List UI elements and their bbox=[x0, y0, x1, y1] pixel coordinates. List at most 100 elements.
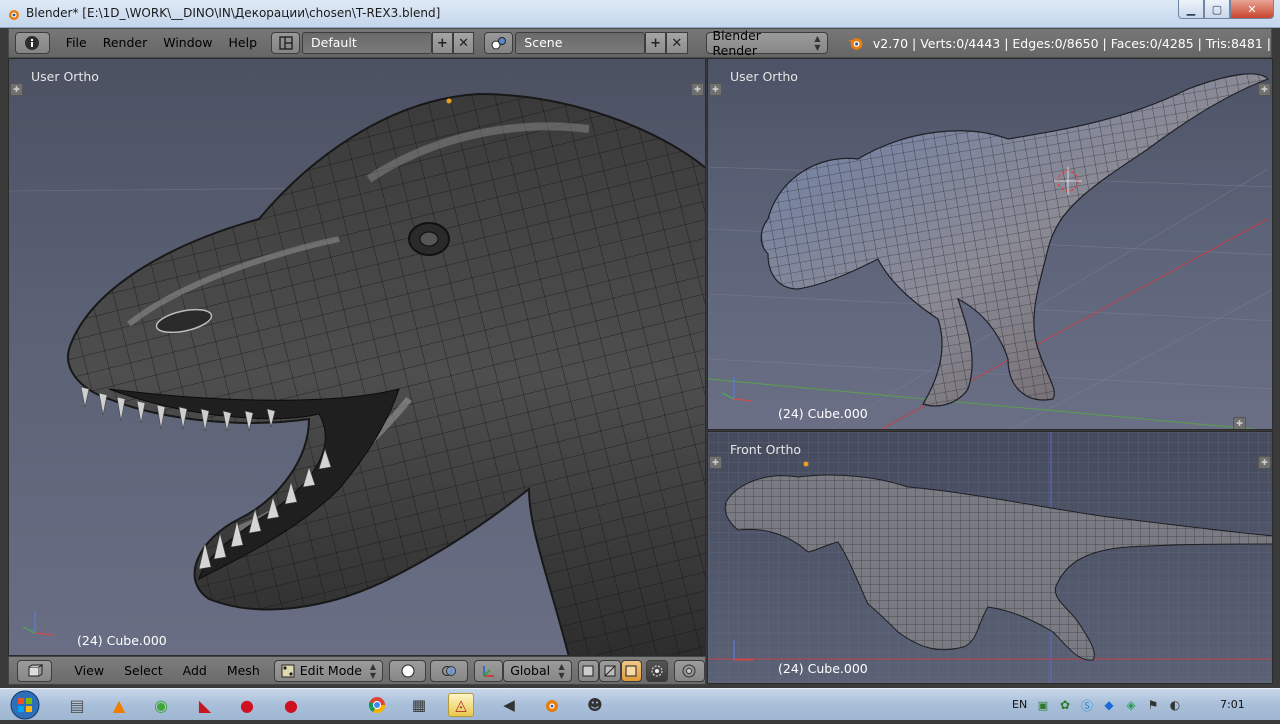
taskbar-explorer[interactable]: ▤ bbox=[64, 693, 90, 717]
pivot-icon bbox=[442, 665, 457, 676]
viewport-corner-handle[interactable]: ✚ bbox=[1258, 83, 1271, 96]
viewport-corner-handle[interactable]: ✚ bbox=[1233, 417, 1246, 429]
mode-label: Edit Mode bbox=[299, 663, 362, 678]
mode-dropdown[interactable]: Edit Mode ▲ ▼ bbox=[273, 659, 384, 682]
pivot-point-dropdown[interactable] bbox=[430, 659, 468, 682]
taskbar-torrent[interactable]: ◉ bbox=[148, 693, 174, 717]
layout-icon bbox=[278, 36, 293, 50]
viewport-corner-handle[interactable]: ✚ bbox=[691, 83, 704, 96]
trex-head-mesh bbox=[9, 92, 705, 655]
vertex-select-mode[interactable] bbox=[577, 659, 600, 682]
maximize-button[interactable]: ▢ bbox=[1204, 0, 1230, 19]
taskbar-acrobat[interactable]: ◣ bbox=[192, 693, 218, 717]
start-button[interactable] bbox=[6, 689, 44, 721]
minimize-icon: ▁ bbox=[1186, 2, 1196, 16]
viewport-corner-handle[interactable]: ✚ bbox=[709, 456, 722, 469]
menu-render[interactable]: Render bbox=[95, 32, 156, 54]
taskbar-opera-2[interactable]: ● bbox=[278, 693, 304, 717]
utorrent-icon: ◉ bbox=[154, 695, 168, 715]
viewport-shading-dropdown[interactable] bbox=[389, 659, 427, 682]
viewport-corner-handle[interactable]: ✚ bbox=[709, 83, 722, 96]
blender-logo-icon bbox=[9, 10, 19, 20]
scene-browse[interactable] bbox=[484, 32, 514, 54]
taskbar-opera[interactable]: ● bbox=[234, 693, 260, 717]
proportional-editing-dropdown[interactable] bbox=[673, 659, 706, 682]
transform-orientation-dropdown[interactable]: Global ▲ ▼ bbox=[503, 659, 572, 682]
render-engine-label: Blender Render bbox=[712, 28, 761, 58]
perspective-3d-viewport[interactable]: User Ortho (24) Cube.000 ✚ ✚ ✚ bbox=[707, 58, 1273, 430]
taskbar-app-cat[interactable]: ☻ bbox=[582, 693, 608, 717]
manipulator-toggle[interactable] bbox=[473, 659, 504, 682]
delete-screen-button[interactable]: ✕ bbox=[452, 32, 475, 54]
maximize-icon: ▢ bbox=[1211, 2, 1223, 16]
network-tray-icon: ▣ bbox=[1037, 698, 1049, 712]
info-icon bbox=[25, 36, 40, 50]
tray-icon[interactable]: ◐ bbox=[1166, 693, 1184, 717]
tray-icon[interactable]: ◈ bbox=[1122, 693, 1140, 717]
blender-logo-icon bbox=[546, 700, 558, 712]
taskbar-active-app[interactable]: ◬ bbox=[448, 693, 474, 717]
menu-add[interactable]: Add bbox=[173, 663, 217, 678]
screen-layout-field[interactable]: Default bbox=[302, 32, 432, 54]
viewport-corner-handle[interactable]: ✚ bbox=[1258, 456, 1271, 469]
editor-type-button[interactable] bbox=[17, 659, 53, 682]
taskbar-vlc[interactable]: ▲ bbox=[106, 693, 132, 717]
proportional-edit-icon bbox=[682, 664, 696, 677]
tray-icon[interactable]: ◆ bbox=[1100, 693, 1118, 717]
taskbar-chrome[interactable] bbox=[364, 693, 390, 717]
editor-type-button[interactable] bbox=[15, 32, 50, 54]
menu-mesh[interactable]: Mesh bbox=[217, 663, 270, 678]
screen-layout-browse[interactable] bbox=[271, 32, 301, 54]
close-icon: ✕ bbox=[1247, 2, 1257, 16]
viewport-view-label: User Ortho bbox=[31, 69, 99, 84]
trex-full-mesh bbox=[708, 73, 1272, 429]
orientation-label: Global bbox=[510, 663, 551, 678]
limit-selection-toggle[interactable] bbox=[646, 659, 668, 682]
menu-select[interactable]: Select bbox=[114, 663, 173, 678]
chrome-icon bbox=[368, 697, 386, 714]
face-select-mode[interactable] bbox=[620, 659, 643, 682]
taskbar-media[interactable]: ▦ bbox=[406, 693, 432, 717]
front-ortho-viewport[interactable]: Front Ortho (24) Cube.000 ✚ ✚ bbox=[707, 431, 1273, 684]
updown-arrow-icon: ▲ ▼ bbox=[369, 661, 377, 680]
tray-icon[interactable]: ▣ bbox=[1034, 693, 1052, 717]
skype-tray-icon: Ⓢ bbox=[1080, 698, 1093, 713]
transform-manipulator-icon bbox=[483, 665, 495, 677]
viewport-corner-handle[interactable]: ✚ bbox=[10, 83, 23, 96]
add-screen-button[interactable]: + bbox=[431, 32, 453, 54]
menu-view[interactable]: View bbox=[64, 663, 114, 678]
delete-scene-button[interactable]: ✕ bbox=[666, 32, 688, 54]
render-engine-dropdown[interactable]: Blender Render ▲ ▼ bbox=[705, 28, 828, 58]
edge-select-mode[interactable] bbox=[599, 659, 621, 682]
main-3d-viewport[interactable]: User Ortho (24) Cube.000 ✚ ✚ bbox=[8, 58, 706, 656]
menu-window[interactable]: Window bbox=[155, 32, 220, 54]
updown-arrow-icon: ▲ ▼ bbox=[558, 661, 565, 680]
send-icon: ◀ bbox=[503, 696, 515, 714]
close-button[interactable]: ✕ bbox=[1230, 0, 1274, 19]
tray-icon[interactable]: Ⓢ bbox=[1078, 693, 1096, 717]
flag-tray-icon: ⚑ bbox=[1147, 698, 1159, 712]
taskbar-clock[interactable]: 7:01 bbox=[1220, 698, 1245, 711]
scene-field[interactable]: Scene bbox=[515, 32, 645, 54]
pdf-icon: ◣ bbox=[198, 695, 212, 715]
viewport-view-label: Front Ortho bbox=[730, 442, 802, 457]
tray-icon[interactable]: ✿ bbox=[1056, 693, 1074, 717]
input-language[interactable]: EN bbox=[1012, 698, 1027, 711]
tray-icon[interactable]: ⚑ bbox=[1144, 693, 1162, 717]
taskbar-blender[interactable] bbox=[538, 693, 564, 717]
menu-file[interactable]: File bbox=[58, 32, 95, 54]
3d-view-icon bbox=[28, 663, 43, 676]
taskbar-telegram[interactable]: ◀ bbox=[496, 693, 522, 717]
opera-icon: ● bbox=[240, 695, 254, 715]
menu-help[interactable]: Help bbox=[221, 32, 266, 54]
window-titlebar: Blender* [E:\1D_\WORK\__DINO\IN\Декораци… bbox=[0, 0, 1280, 28]
minimize-button[interactable]: ▁ bbox=[1178, 0, 1204, 19]
edit-mode-icon bbox=[281, 664, 295, 677]
occlude-geometry-icon bbox=[651, 665, 663, 676]
window-title: Blender* [E:\1D_\WORK\__DINO\IN\Декораци… bbox=[26, 6, 441, 20]
add-scene-button[interactable]: + bbox=[644, 32, 667, 54]
windows-logo-icon bbox=[10, 690, 40, 720]
info-header: File Render Window Help Default + ✕ Scen… bbox=[8, 28, 1272, 58]
plus-icon: + bbox=[436, 35, 448, 51]
scene-icon bbox=[491, 37, 506, 50]
